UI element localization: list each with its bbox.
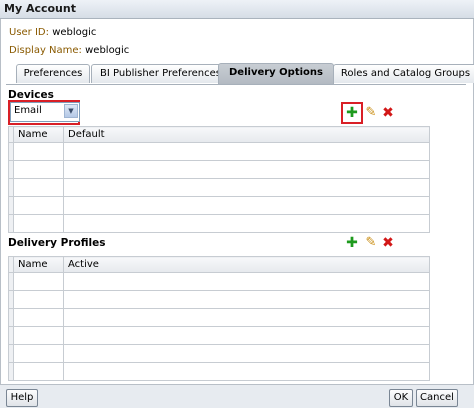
table-row[interactable]	[8, 142, 430, 161]
cell-default	[63, 214, 430, 233]
tab-preferences[interactable]: Preferences	[16, 64, 90, 83]
table-row[interactable]	[8, 308, 430, 327]
edit-device-button[interactable]: ✎	[364, 106, 378, 120]
cell-name	[13, 290, 64, 309]
cell-name	[13, 214, 64, 233]
display-name-row: Display Name: weblogic	[9, 45, 129, 56]
window-title: My Account	[4, 2, 76, 15]
pencil-icon: ✎	[365, 105, 377, 120]
table-header-row: Name Default	[8, 126, 430, 143]
cell-active	[63, 290, 430, 309]
user-id-row: User ID: weblogic	[9, 27, 96, 38]
user-id-value: weblogic	[52, 27, 97, 38]
tab-delivery-options[interactable]: Delivery Options	[218, 63, 334, 84]
chevron-down-icon[interactable]: ▼	[64, 104, 78, 118]
table-row[interactable]	[8, 196, 430, 215]
table-header-row: Name Active	[8, 256, 430, 273]
cell-name	[13, 142, 64, 161]
column-header-default[interactable]: Default	[63, 126, 430, 143]
cell-name	[13, 196, 64, 215]
cell-default	[63, 196, 430, 215]
cell-active	[63, 362, 430, 381]
display-name-label: Display Name:	[9, 45, 82, 56]
user-id-label: User ID:	[9, 27, 49, 38]
delivery-profiles-title: Delivery Profiles	[8, 237, 106, 249]
help-button[interactable]: Help	[6, 389, 38, 407]
cell-default	[63, 160, 430, 179]
cell-active	[63, 344, 430, 363]
plus-icon: ✚	[346, 105, 358, 121]
add-profile-button[interactable]: ✚	[345, 236, 359, 250]
cell-name	[13, 326, 64, 345]
cell-name	[13, 272, 64, 291]
table-row[interactable]	[8, 178, 430, 197]
table-row[interactable]	[8, 344, 430, 363]
column-header-active[interactable]: Active	[63, 256, 430, 273]
delete-profile-button[interactable]: ✖	[381, 236, 395, 250]
cancel-button[interactable]: Cancel	[416, 389, 458, 407]
window-titlebar: My Account	[0, 0, 474, 19]
cell-default	[63, 142, 430, 161]
x-icon: ✖	[382, 235, 394, 251]
table-row[interactable]	[8, 290, 430, 309]
cell-active	[63, 272, 430, 291]
cell-active	[63, 308, 430, 327]
ok-button[interactable]: OK	[389, 389, 413, 407]
pencil-icon: ✎	[365, 235, 377, 250]
table-row[interactable]	[8, 214, 430, 233]
cell-name	[13, 308, 64, 327]
cell-name	[13, 344, 64, 363]
cell-name	[13, 160, 64, 179]
tab-roles-and-catalog-groups[interactable]: Roles and Catalog Groups	[333, 64, 474, 83]
tab-bi-publisher-preferences[interactable]: BI Publisher Preferences	[91, 64, 230, 83]
x-icon: ✖	[382, 105, 394, 121]
devices-table: Name Default	[8, 126, 430, 233]
column-header-name[interactable]: Name	[13, 256, 64, 273]
table-row[interactable]	[8, 326, 430, 345]
column-header-name[interactable]: Name	[13, 126, 64, 143]
table-row[interactable]	[8, 272, 430, 291]
add-device-button[interactable]: ✚	[345, 106, 359, 120]
cell-name	[13, 178, 64, 197]
plus-icon: ✚	[346, 235, 358, 251]
table-row[interactable]	[8, 362, 430, 381]
dialog-footer: Help OK Cancel	[0, 384, 474, 408]
cell-name	[13, 362, 64, 381]
device-type-value: Email	[14, 105, 42, 116]
edit-profile-button[interactable]: ✎	[364, 236, 378, 250]
cell-active	[63, 326, 430, 345]
delivery-profiles-table: Name Active	[8, 256, 430, 381]
device-type-select[interactable]: Email ▼	[10, 102, 80, 122]
cell-default	[63, 178, 430, 197]
delete-device-button[interactable]: ✖	[381, 106, 395, 120]
display-name-value: weblogic	[85, 45, 130, 56]
table-row[interactable]	[8, 160, 430, 179]
